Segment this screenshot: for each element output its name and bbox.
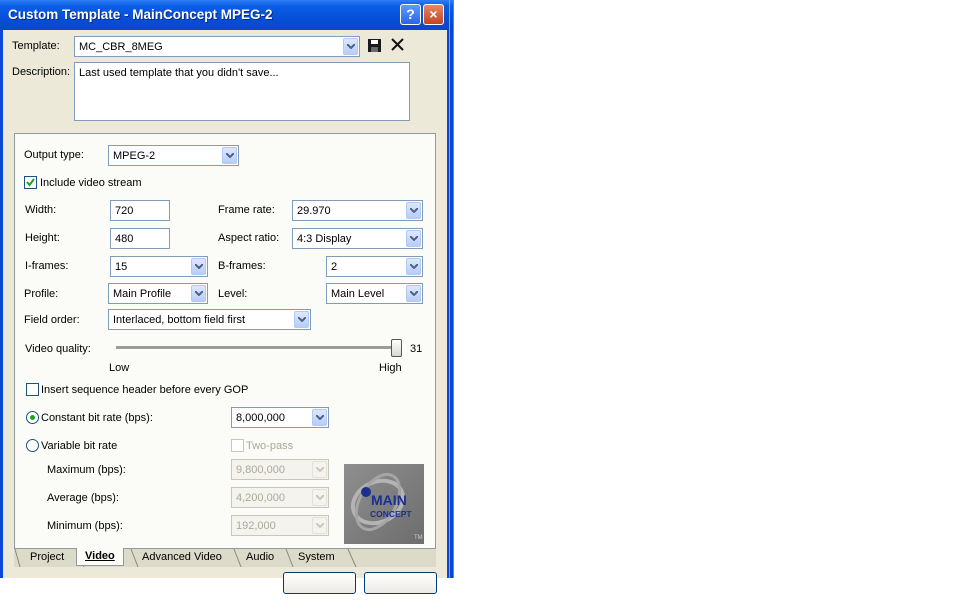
window-title: Custom Template - MainConcept MPEG-2 xyxy=(8,7,273,22)
radio-selected-dot xyxy=(30,415,35,420)
maximum-label: Maximum (bps): xyxy=(47,464,126,476)
frame-rate-value: 29.970 xyxy=(297,205,331,217)
tab-project[interactable]: Project xyxy=(22,549,72,567)
cbr-label: Constant bit rate (bps): xyxy=(41,412,153,424)
aspect-ratio-select[interactable]: 4:3 Display xyxy=(292,228,423,249)
two-pass-checkbox[interactable] xyxy=(231,439,244,452)
logo-text-concept: CONCEPT xyxy=(370,509,412,519)
chevron-down-icon xyxy=(312,489,327,506)
minimum-value: 192,000 xyxy=(236,520,276,532)
quality-low-label: Low xyxy=(109,362,130,374)
chevron-down-icon xyxy=(312,461,327,478)
cbr-select[interactable]: 8,000,000 xyxy=(231,407,329,428)
delete-icon[interactable] xyxy=(390,37,406,53)
height-field[interactable]: 480 xyxy=(110,228,170,249)
logo-text-main: MAIN xyxy=(371,492,407,508)
width-label: Width: xyxy=(25,204,57,216)
window-edge-outer xyxy=(453,0,454,578)
field-order-value: Interlaced, bottom field first xyxy=(113,314,246,326)
description-field[interactable]: Last used template that you didn't save.… xyxy=(74,62,410,121)
width-field[interactable]: 720 xyxy=(110,200,170,221)
chevron-down-icon[interactable] xyxy=(343,38,358,55)
minimum-label: Minimum (bps): xyxy=(47,520,123,532)
close-button[interactable]: × xyxy=(423,4,444,25)
average-value: 4,200,000 xyxy=(236,492,285,504)
chevron-down-icon[interactable] xyxy=(406,285,421,302)
help-button[interactable]: ? xyxy=(400,4,421,25)
chevron-down-icon[interactable] xyxy=(406,230,421,247)
chevron-down-icon[interactable] xyxy=(312,409,327,426)
description-label: Description: xyxy=(12,66,71,78)
template-label: Template: xyxy=(12,40,60,52)
field-order-label: Field order: xyxy=(24,314,80,326)
chevron-down-icon[interactable] xyxy=(406,258,421,275)
level-label: Level: xyxy=(218,288,248,300)
profile-select[interactable]: Main Profile xyxy=(108,283,208,304)
b-frames-value: 2 xyxy=(331,261,338,273)
tab-video[interactable]: Video xyxy=(76,548,124,566)
chevron-down-icon xyxy=(312,517,327,534)
frame-rate-select[interactable]: 29.970 xyxy=(292,200,423,221)
average-label: Average (bps): xyxy=(47,492,119,504)
output-type-value: MPEG-2 xyxy=(113,150,156,162)
output-type-select[interactable]: MPEG-2 xyxy=(108,145,239,166)
quality-slider-thumb[interactable] xyxy=(391,339,402,357)
video-quality-label: Video quality: xyxy=(25,343,91,355)
field-order-select[interactable]: Interlaced, bottom field first xyxy=(108,309,311,330)
tab-system[interactable]: System xyxy=(290,549,343,567)
average-select[interactable]: 4,200,000 xyxy=(231,487,329,508)
level-value: Main Level xyxy=(331,288,385,300)
profile-label: Profile: xyxy=(24,288,59,300)
frame-rate-label: Frame rate: xyxy=(218,204,275,216)
b-frames-select[interactable]: 2 xyxy=(326,256,423,277)
width-value: 720 xyxy=(115,205,134,217)
ok-button[interactable] xyxy=(283,572,356,594)
sequence-header-checkbox[interactable] xyxy=(26,383,39,396)
title-bar[interactable]: Custom Template - MainConcept MPEG-2 ? × xyxy=(0,0,453,30)
aspect-ratio-label: Aspect ratio: xyxy=(218,232,280,244)
cancel-button[interactable] xyxy=(364,572,437,594)
height-value: 480 xyxy=(115,233,134,245)
output-type-label: Output type: xyxy=(24,149,84,161)
i-frames-label: I-frames: xyxy=(25,260,69,272)
chevron-down-icon[interactable] xyxy=(222,147,237,164)
maximum-select[interactable]: 9,800,000 xyxy=(231,459,329,480)
vbr-radio[interactable] xyxy=(26,439,39,452)
chevron-down-icon[interactable] xyxy=(294,311,309,328)
two-pass-label: Two-pass xyxy=(246,440,294,452)
quality-slider-track[interactable] xyxy=(116,346,400,350)
save-icon[interactable] xyxy=(367,38,383,54)
include-video-label: Include video stream xyxy=(40,177,142,189)
window-edge xyxy=(449,0,450,578)
i-frames-value: 15 xyxy=(115,261,128,273)
chevron-down-icon[interactable] xyxy=(191,258,206,275)
cbr-value: 8,000,000 xyxy=(236,412,285,424)
height-label: Height: xyxy=(25,232,60,244)
chevron-down-icon[interactable] xyxy=(191,285,206,302)
maximum-value: 9,800,000 xyxy=(236,464,285,476)
tab-audio[interactable]: Audio xyxy=(238,549,282,567)
include-video-checkbox[interactable] xyxy=(24,176,37,189)
minimum-select[interactable]: 192,000 xyxy=(231,515,329,536)
logo-tm: TM xyxy=(414,535,423,541)
tab-advanced-video[interactable]: Advanced Video xyxy=(134,549,230,567)
b-frames-label: B-frames: xyxy=(218,260,266,272)
mainconcept-logo: MAIN CONCEPT TM xyxy=(344,464,424,544)
i-frames-select[interactable]: 15 xyxy=(110,256,208,277)
level-select[interactable]: Main Level xyxy=(326,283,423,304)
template-select[interactable]: MC_CBR_8MEG xyxy=(74,36,360,57)
vbr-label: Variable bit rate xyxy=(41,440,118,452)
description-value: Last used template that you didn't save.… xyxy=(79,67,279,79)
aspect-ratio-value: 4:3 Display xyxy=(297,233,352,245)
template-value: MC_CBR_8MEG xyxy=(79,41,163,53)
cbr-radio[interactable] xyxy=(26,411,39,424)
dialog-window: Custom Template - MainConcept MPEG-2 ? ×… xyxy=(0,0,453,594)
chevron-down-icon[interactable] xyxy=(406,202,421,219)
sequence-header-label: Insert sequence header before every GOP xyxy=(41,384,249,396)
dialog-client-area: Template: MC_CBR_8MEG Description: Last … xyxy=(3,30,447,594)
quality-high-label: High xyxy=(379,362,402,374)
profile-value: Main Profile xyxy=(113,288,172,300)
video-quality-value: 31 xyxy=(410,343,423,355)
